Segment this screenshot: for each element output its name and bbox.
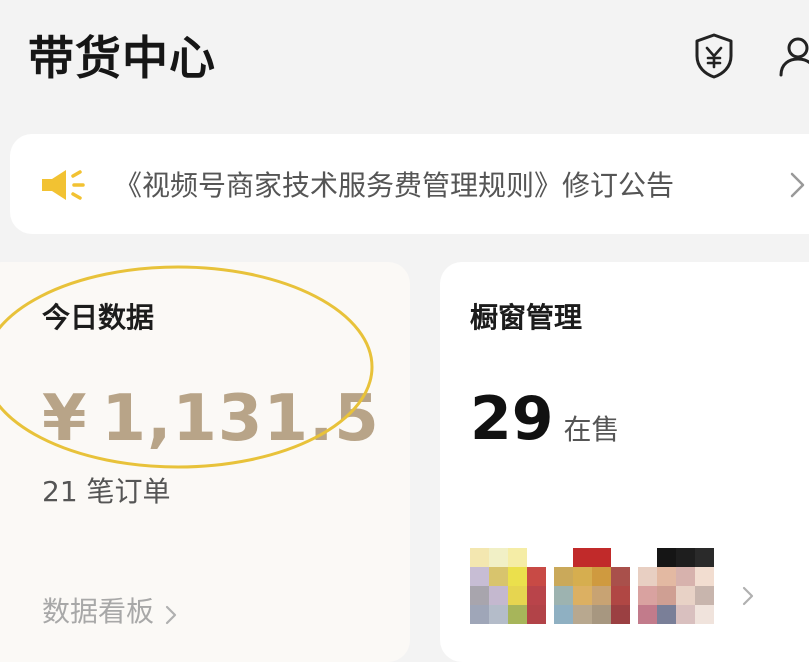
on-sale-unit: 在售	[563, 413, 620, 446]
product-thumbnail[interactable]	[470, 548, 546, 638]
notice-banner[interactable]: 《视频号商家技术服务费管理规则》修订公告	[10, 134, 809, 234]
today-data-card[interactable]: 今日数据 ¥1,131.5 21 笔订单 数据看板	[0, 262, 410, 662]
chevron-right-icon	[788, 170, 808, 200]
dashboard-link[interactable]: 数据看板	[42, 590, 178, 630]
window-management-card[interactable]: 橱窗管理 29 在售	[440, 262, 809, 662]
dashboard-link-label: 数据看板	[42, 595, 155, 628]
header: 带货中心	[0, 0, 809, 120]
window-title: 橱窗管理	[470, 301, 583, 334]
notice-text: 《视频号商家技术服务费管理规则》修订公告	[114, 169, 675, 202]
today-data-title: 今日数据	[42, 301, 155, 334]
product-thumbnail[interactable]	[554, 548, 630, 638]
page-title: 带货中心	[28, 31, 216, 85]
product-thumbnail[interactable]	[638, 548, 714, 638]
amount-value: 1,131.5	[101, 382, 380, 456]
on-sale-number: 29	[470, 384, 554, 454]
currency-symbol: ¥	[42, 382, 88, 456]
speaker-icon	[40, 168, 86, 202]
product-thumbnails[interactable]	[470, 548, 720, 638]
chevron-right-icon[interactable]	[740, 584, 756, 608]
shield-yen-icon[interactable]	[692, 32, 736, 80]
chevron-right-icon	[164, 601, 178, 625]
sales-amount: ¥1,131.5	[42, 382, 380, 456]
on-sale-count: 29 在售	[470, 384, 620, 454]
user-icon[interactable]	[776, 32, 809, 80]
order-count: 21 笔订单	[42, 475, 171, 508]
